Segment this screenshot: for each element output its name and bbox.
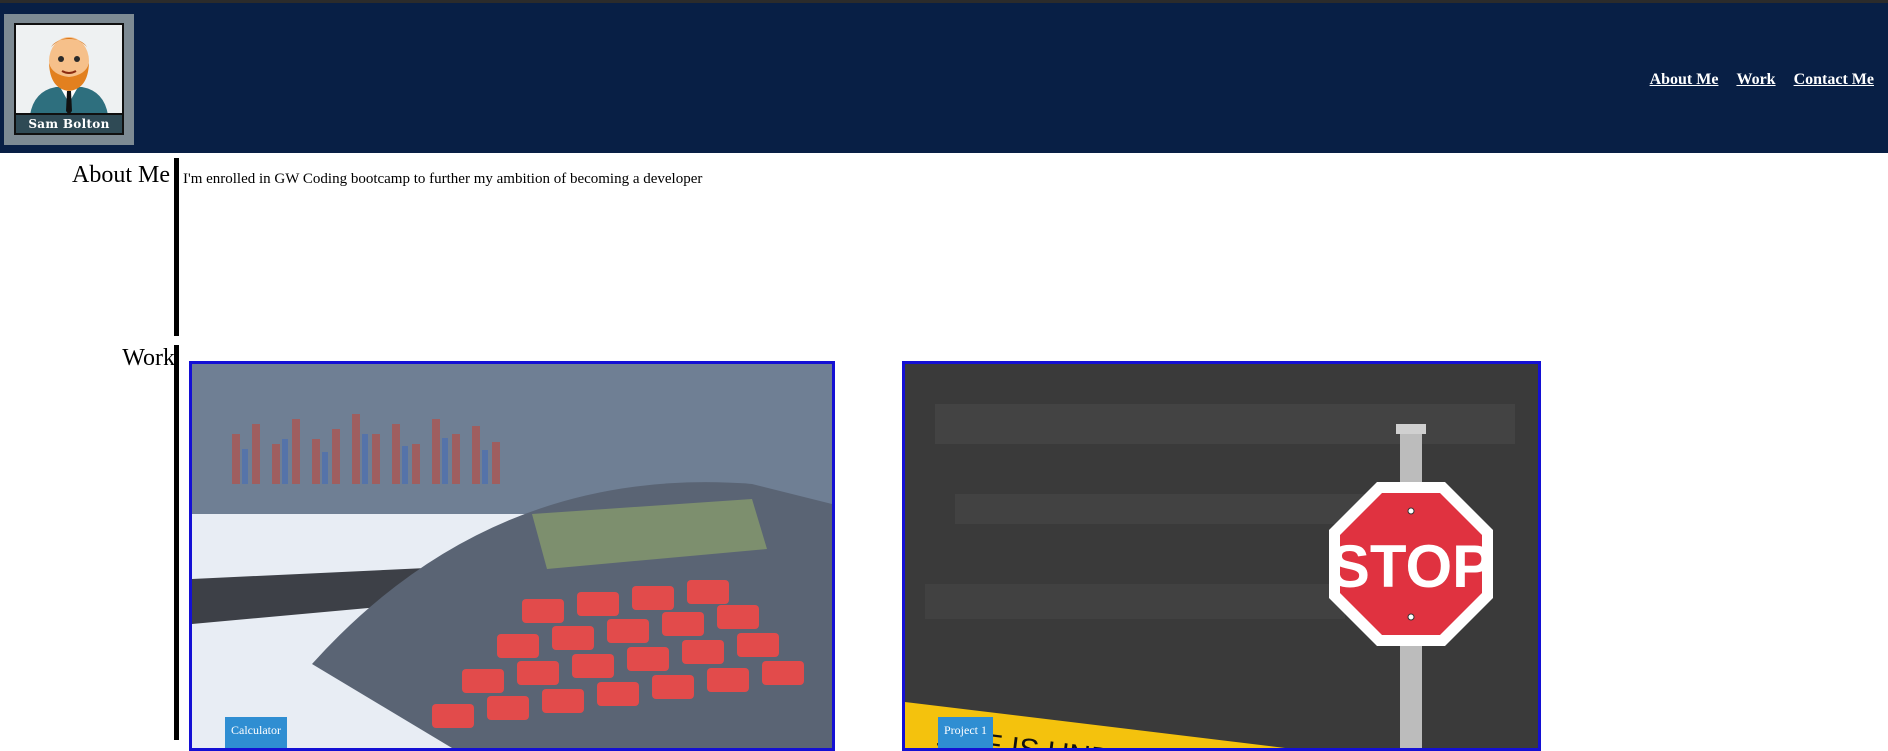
avatar-illustration (16, 25, 122, 115)
stop-sign-text: STOP (1330, 533, 1492, 600)
nav-contact-me[interactable]: Contact Me (1794, 71, 1874, 88)
avatar: Sam Bolton (14, 23, 124, 135)
main-nav: About Me Work Contact Me (1636, 71, 1874, 89)
project-card-project-1[interactable]: STOP SITE IS UNDER Project 1 (902, 361, 1541, 751)
about-text: I'm enrolled in GW Coding bootcamp to fu… (183, 171, 703, 187)
nav-work[interactable]: Work (1736, 71, 1775, 88)
work-divider (174, 345, 179, 740)
logo[interactable]: Sam Bolton (4, 14, 134, 145)
project-label-calculator[interactable]: Calculator (225, 717, 287, 748)
project-card-calculator[interactable]: Calculator (189, 361, 835, 751)
site-header: Sam Bolton About Me Work Contact Me (0, 3, 1888, 153)
work-heading: Work (122, 345, 175, 371)
project-label-project-1[interactable]: Project 1 (938, 717, 993, 748)
logo-name: Sam Bolton (16, 113, 122, 133)
about-heading: About Me (72, 162, 170, 188)
calculator-image (192, 364, 832, 748)
about-divider (174, 158, 179, 336)
nav-about-me[interactable]: About Me (1650, 71, 1719, 88)
stop-sign-image: STOP SITE IS UNDER (905, 364, 1538, 748)
